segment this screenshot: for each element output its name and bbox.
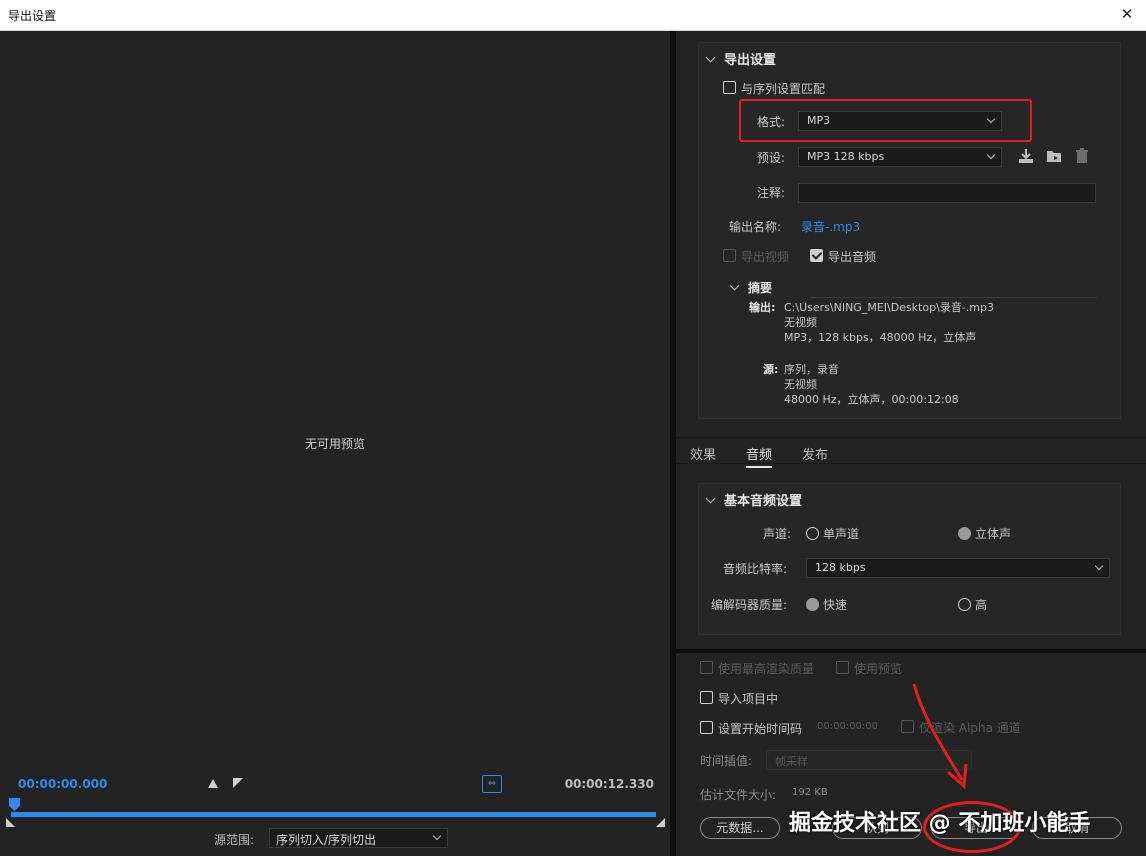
summary-output-label: 输出: — [749, 301, 776, 314]
summary-header[interactable]: 摘要 — [729, 279, 772, 296]
chevron-down-icon — [986, 150, 996, 160]
comment-input[interactable] — [798, 183, 1096, 203]
export-audio-checkbox[interactable] — [810, 249, 823, 262]
summary-output-path: C:\Users\NING_MEI\Desktop\录音-.mp3 — [784, 301, 994, 314]
chevron-down-icon — [432, 831, 442, 841]
import-project-checkbox[interactable] — [700, 691, 713, 704]
tab-effects[interactable]: 效果 — [690, 444, 716, 463]
summary-source-video: 无视频 — [784, 378, 817, 391]
format-highlight-box — [739, 99, 1032, 142]
basic-audio-header[interactable]: 基本音频设置 — [705, 490, 802, 509]
source-range-select[interactable]: 序列切入/序列切出 — [269, 828, 448, 848]
watermark-text: 掘金技术社区 @ 不加班小能手 — [789, 811, 1091, 836]
output-name-link[interactable]: 录音-.mp3 — [801, 218, 860, 235]
summary-source-name: 序列，录音 — [784, 363, 839, 376]
chevron-down-icon — [705, 493, 716, 504]
stereo-label: 立体声 — [975, 527, 1012, 541]
range-end-handle[interactable] — [656, 818, 665, 827]
bitrate-select[interactable]: 128 kbps — [806, 558, 1110, 578]
save-preset-icon[interactable] — [1017, 147, 1035, 165]
timecode-start[interactable]: 00:00:00.000 — [18, 777, 107, 791]
high-radio[interactable] — [958, 598, 971, 611]
no-preview-text: 无可用预览 — [304, 437, 365, 451]
red-arrow-icon — [912, 683, 968, 790]
est-size-value: 192 KB — [792, 787, 828, 798]
summary-output-video: 无视频 — [784, 316, 817, 329]
export-video-label: 导出视频 — [741, 250, 790, 264]
max-render-label: 使用最高渲染质量 — [718, 662, 815, 676]
preview-pane: 无可用预览 00:00:00.000 ⇔ 00:00:12.330 源范围: 序… — [0, 31, 670, 856]
source-range-value: 序列切入/序列切出 — [276, 833, 377, 847]
source-range-label: 源范围: — [214, 833, 255, 847]
match-sequence-checkbox[interactable] — [723, 81, 736, 94]
close-icon[interactable]: ✕ — [1118, 5, 1136, 23]
range-start-handle[interactable] — [6, 818, 15, 827]
channels-label: 声道: — [763, 527, 792, 541]
start-timecode-value[interactable]: 00:00:00:00 — [817, 721, 878, 732]
high-label: 高 — [975, 598, 988, 612]
summary-output-audio: MP3，128 kbps，48000 Hz，立体声 — [784, 331, 977, 344]
mark-out-icon[interactable] — [233, 778, 243, 788]
timeline-bar[interactable] — [11, 812, 656, 817]
stereo-radio[interactable] — [958, 527, 971, 540]
window-title: 导出设置 — [8, 9, 57, 23]
time-interp-label: 时间插值: — [700, 754, 753, 768]
delete-preset-icon[interactable] — [1073, 147, 1091, 165]
tabs-bar: 效果 音频 发布 — [676, 437, 1146, 468]
match-sequence-label: 与序列设置匹配 — [741, 82, 826, 96]
summary-source-label: 源: — [763, 363, 779, 376]
fit-frame-icon[interactable]: ⇔ — [482, 775, 502, 793]
bitrate-label: 音频比特率: — [723, 562, 788, 576]
timecode-end: 00:00:12.330 — [564, 777, 654, 791]
tab-publish[interactable]: 发布 — [802, 444, 828, 463]
summary-source-audio: 48000 Hz，立体声，00:00:12:08 — [784, 393, 959, 406]
import-preset-icon[interactable] — [1045, 147, 1063, 165]
tab-audio[interactable]: 音频 — [746, 444, 773, 468]
mono-radio[interactable] — [806, 527, 819, 540]
chevron-down-icon — [1094, 561, 1104, 571]
title-bar: 导出设置 ✕ — [0, 0, 1146, 31]
preset-value: MP3 128 kbps — [807, 150, 885, 163]
export-audio-label: 导出音频 — [828, 250, 877, 264]
comment-label: 注释: — [757, 186, 786, 200]
set-start-timecode-checkbox[interactable] — [700, 721, 713, 734]
max-render-checkbox[interactable] — [700, 661, 713, 674]
fast-radio[interactable] — [806, 598, 819, 611]
fast-label: 快速 — [823, 598, 848, 612]
metadata-button[interactable]: 元数据... — [700, 817, 780, 839]
use-preview-label: 使用预览 — [854, 662, 903, 676]
est-size-label: 估计文件大小: — [700, 788, 777, 802]
basic-audio-section: 基本音频设置 声道: 单声道 立体声 音频比特率: 128 kbps 编解码器质… — [698, 483, 1121, 635]
summary-divider — [810, 297, 1097, 298]
chevron-down-icon — [729, 280, 740, 291]
chevron-down-icon — [705, 52, 716, 63]
preset-select[interactable]: MP3 128 kbps — [798, 147, 1002, 167]
mono-label: 单声道 — [823, 527, 860, 541]
export-video-checkbox[interactable] — [723, 249, 736, 262]
import-project-label: 导入项目中 — [718, 692, 779, 706]
use-preview-checkbox[interactable] — [836, 661, 849, 674]
output-name-label: 输出名称: — [729, 220, 782, 234]
set-start-timecode-label: 设置开始时间码 — [718, 722, 803, 736]
codec-quality-label: 编解码器质量: — [711, 598, 788, 612]
time-interp-value: 帧采样 — [775, 755, 808, 768]
playhead-handle[interactable] — [9, 798, 20, 811]
preset-label: 预设: — [757, 151, 786, 165]
bitrate-value: 128 kbps — [815, 561, 866, 574]
mark-in-icon[interactable] — [208, 779, 218, 788]
bottom-divider — [676, 649, 1146, 653]
export-settings-header[interactable]: 导出设置 — [705, 49, 776, 68]
